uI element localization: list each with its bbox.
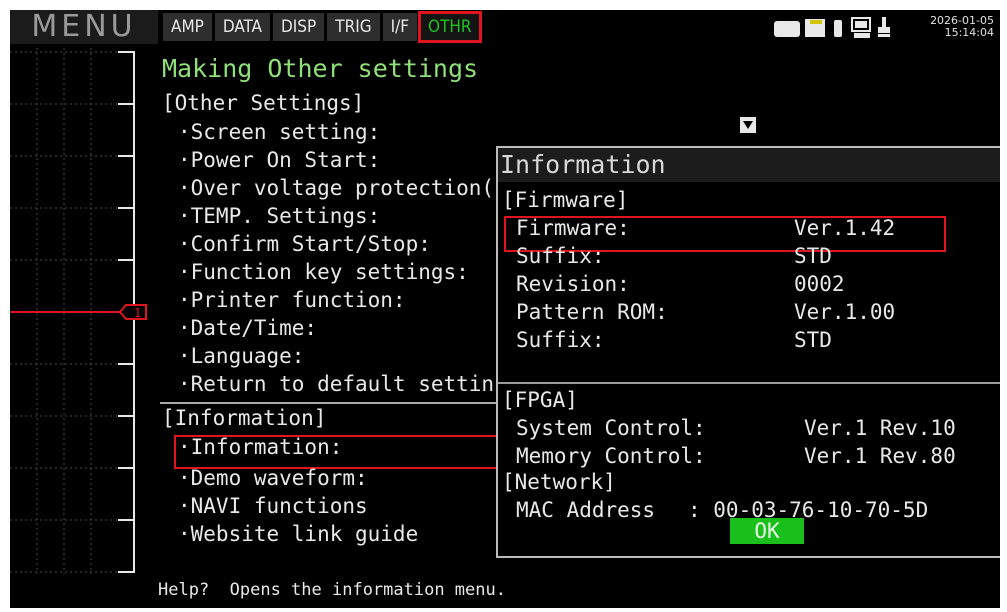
menu-item-temp-settings[interactable]: ·TEMP. Settings: — [178, 204, 380, 228]
dialog-title: Information — [498, 148, 1000, 182]
device-screen: MENU AMP DATA DISP TRIG I/F OTHR 2026-01… — [10, 10, 1000, 608]
menu-item-navi-functions[interactable]: ·NAVI functions — [178, 494, 368, 518]
menu-item-language[interactable]: ·Language: — [178, 344, 304, 368]
system-control-label: System Control: — [516, 416, 706, 440]
fpga-section: [FPGA] — [502, 388, 578, 412]
pattern-suffix-value: STD — [794, 328, 832, 352]
firmware-section: [Firmware] — [502, 188, 629, 212]
tab-amp[interactable]: AMP — [163, 13, 212, 41]
waveform-panel: 1 — [10, 48, 158, 574]
system-control-value: Ver.1 Rev.10 — [804, 416, 956, 440]
help-bar: Help? Opens the information menu. — [10, 574, 1000, 608]
tab-bar: AMP DATA DISP TRIG I/F OTHR — [163, 11, 482, 43]
status-icons — [774, 17, 891, 38]
tab-disp[interactable]: DISP — [273, 13, 325, 41]
section-information: [Information] — [162, 406, 327, 430]
menu-item-demo-waveform[interactable]: ·Demo waveform: — [178, 466, 368, 490]
menu-item-confirm-start-stop[interactable]: ·Confirm Start/Stop: — [178, 232, 431, 256]
mac-address-label: MAC Address — [516, 498, 656, 522]
mac-address-value: : 00-03-76-10-70-5D — [688, 498, 929, 522]
section-other-settings: [Other Settings] — [162, 91, 365, 115]
tab-if[interactable]: I/F — [382, 13, 418, 41]
menu-label: MENU — [10, 10, 158, 44]
help-text: Help? Opens the information menu. — [158, 580, 506, 600]
selection-highlight — [174, 435, 498, 469]
pattern-rom-label: Pattern ROM: — [516, 300, 668, 324]
memory-control-value: Ver.1 Rev.80 — [804, 444, 956, 468]
memory-card-icon — [774, 21, 801, 37]
tab-othr[interactable]: OTHR — [418, 11, 482, 43]
channel-marker-label: 1 — [134, 306, 142, 320]
menu-item-over-voltage-protection[interactable]: ·Over voltage protection( — [178, 176, 494, 200]
revision-value: 0002 — [794, 272, 845, 296]
suffix-value: STD — [794, 244, 832, 268]
menu-item-date-time[interactable]: ·Date/Time: — [178, 316, 317, 340]
ok-button[interactable]: OK — [730, 518, 804, 544]
pattern-suffix-label: Suffix: — [516, 328, 605, 352]
suffix-label: Suffix: — [516, 244, 605, 268]
menu-item-website-link-guide[interactable]: ·Website link guide — [178, 522, 418, 546]
menu-item-printer-function[interactable]: ·Printer function: — [178, 288, 406, 312]
status-area: 2026-01-05 15:14:04 — [772, 12, 994, 42]
menu-item-return-to-default[interactable]: ·Return to default settin — [178, 372, 494, 396]
tab-data[interactable]: DATA — [214, 13, 270, 41]
pattern-rom-value: Ver.1.00 — [794, 300, 896, 324]
waveform-grid: 1 — [10, 48, 147, 574]
menu-title: Making Other settings — [162, 54, 479, 83]
tab-trig[interactable]: TRIG — [327, 13, 380, 41]
network-section: [Network] — [502, 470, 616, 494]
memory-control-label: Memory Control: — [516, 444, 706, 468]
time-text: 15:14:04 — [944, 26, 994, 39]
network-pc-icon — [851, 17, 872, 38]
sd-card-icon — [805, 19, 826, 37]
dialog-divider — [498, 382, 1000, 384]
channel-1-marker: 1 — [118, 304, 147, 320]
information-dialog: Information [Firmware] Firmware: Ver.1.4… — [496, 146, 1000, 558]
plug-icon — [878, 17, 891, 37]
revision-label: Revision: — [516, 272, 630, 296]
dropdown-arrow-icon[interactable] — [740, 117, 756, 133]
usb-stick-icon — [834, 20, 843, 37]
menu-item-screen-setting[interactable]: ·Screen setting: — [178, 120, 380, 144]
date-time: 2026-01-05 15:14:04 — [930, 15, 994, 39]
menu-divider — [160, 402, 500, 404]
menu-item-power-on-start[interactable]: ·Power On Start: — [178, 148, 380, 172]
menu-item-function-key-settings[interactable]: ·Function key settings: — [178, 260, 469, 284]
